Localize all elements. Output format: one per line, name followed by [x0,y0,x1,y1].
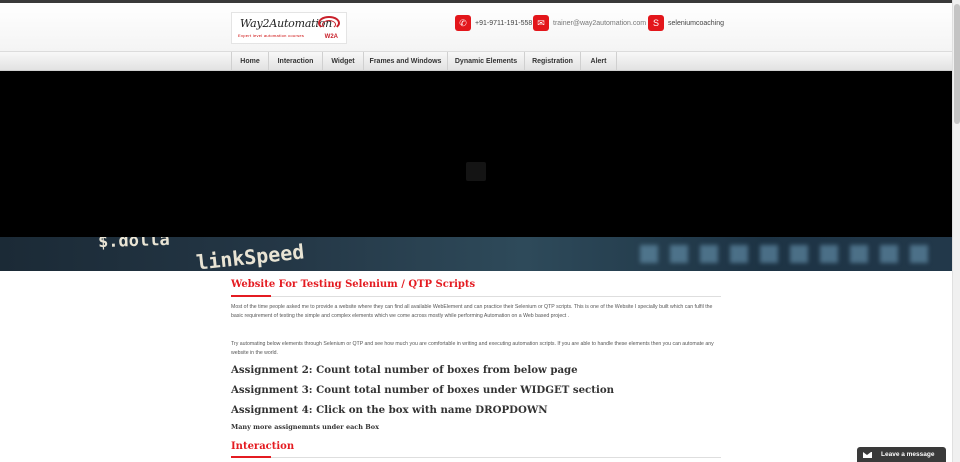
nav-item-registration[interactable]: Registration [525,52,581,71]
title-accent-bar [231,295,271,297]
contact-skype[interactable]: S seleniumcoaching [648,15,724,31]
slider-play-button[interactable] [466,162,486,181]
more-assignments-note: Many more assignemnts under each Box [231,423,379,431]
email-address: trainer@way2automation.com [553,19,647,27]
banner-blur-text [640,245,940,263]
logo-arc-inner-icon [322,20,336,29]
page-scrollbar[interactable] [952,0,960,462]
main-nav: Home Interaction Widget Frames and Windo… [0,51,952,71]
phone-icon: ✆ [455,15,471,31]
nav-item-home[interactable]: Home [231,52,269,71]
nav-item-alert[interactable]: Alert [581,52,617,71]
section-divider [231,457,721,458]
envelope-icon [863,451,872,458]
logo-abbr: W2A [324,34,338,40]
banner-code-line-1: $.dolla [97,237,170,253]
nav-item-frames-and-windows[interactable]: Frames and Windows [364,52,448,71]
title-divider [231,296,721,297]
section-accent-bar [231,456,271,458]
code-banner: $.dolla linkSpeed [0,237,952,271]
contact-email[interactable]: ✉ trainer@way2automation.com [533,15,646,31]
skype-icon: S [648,15,664,31]
scrollbar-thumb[interactable] [954,4,960,124]
instructions-paragraph: Try automating below elements through Se… [231,341,714,356]
assignment-2: Assignment 2: Count total number of boxe… [231,364,578,376]
assignment-4: Assignment 4: Click on the box with name… [231,404,548,416]
page-title: Website For Testing Selenium / QTP Scrip… [231,279,476,290]
intro-paragraph: Most of the time people asked me to prov… [231,304,713,319]
leave-message-label: Leave a message [881,451,935,458]
hero-slider [0,71,952,237]
assignment-3: Assignment 3: Count total number of boxe… [231,384,615,396]
site-header: Way2Automation Expert level automation c… [0,3,952,51]
nav-item-dynamic-elements[interactable]: Dynamic Elements [448,52,525,71]
logo-tagline: Expert level automation courses [238,33,305,38]
phone-number: +91-9711-191-558 [475,19,533,27]
leave-message-button[interactable]: Leave a message [857,447,946,462]
contact-phone[interactable]: ✆ +91-9711-191-558 [455,15,532,31]
section-title-interaction: Interaction [231,441,295,452]
nav-item-interaction[interactable]: Interaction [269,52,323,71]
skype-id: seleniumcoaching [668,19,725,27]
banner-code-line-2: linkSpeed [195,239,306,271]
site-logo[interactable]: Way2Automation Expert level automation c… [231,12,347,44]
nav-item-widget[interactable]: Widget [323,52,364,71]
email-icon: ✉ [533,15,549,31]
